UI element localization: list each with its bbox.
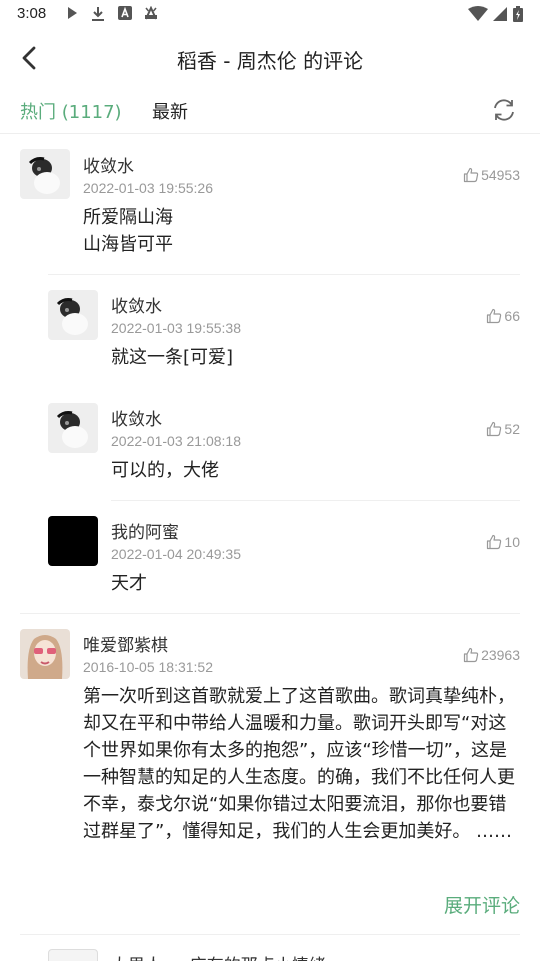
like-count: 10 (504, 534, 520, 550)
thumbs-up-icon (487, 308, 502, 324)
comment-username[interactable]: 唯爱鄧紫棋 (83, 631, 168, 656)
comment-time: 2022-01-03 19:55:26 (83, 180, 213, 196)
comment-text: 所爱隔山海 山海皆可平 (83, 207, 173, 255)
like-button[interactable]: 10 (486, 532, 520, 552)
reply-text: 天才 (111, 573, 147, 594)
signal-icon (492, 6, 508, 22)
sort-tabs: 热门 (1117) 最新 (0, 86, 540, 134)
reply-time: 2022-01-03 19:55:38 (111, 320, 241, 336)
expand-comment-button[interactable]: 展开评论 (444, 891, 520, 918)
thumbs-up-icon (487, 534, 502, 550)
reply-time: 2022-01-04 20:49:35 (111, 546, 241, 562)
like-count: 23963 (481, 647, 520, 663)
status-bar: 3:08 (0, 0, 540, 30)
avatar[interactable] (48, 516, 98, 566)
avatar[interactable] (20, 629, 70, 679)
divider (20, 934, 520, 935)
tab-hot[interactable]: 热门 (1117) (20, 98, 122, 124)
refresh-icon (494, 99, 514, 121)
reply-text: 就这一条[可爱] (111, 347, 234, 368)
reply-text: 可以的，大佬 (111, 460, 219, 481)
comment-time: 2016-10-05 18:31:52 (83, 659, 213, 675)
comment-text: 第一次听到这首歌就爱上了这首歌曲。歌词真挚纯朴，却又在平和中带给人温暖和力量。歌… (83, 686, 515, 842)
like-count: 66 (504, 308, 520, 324)
thumbs-up-icon (487, 421, 502, 437)
comment-item: 收敛水 2022-01-03 19:55:26 54953 所爱隔山海 山海皆可… (0, 134, 540, 274)
reply-item: 收敛水 2022-01-03 21:08:18 52 可以的，大佬 (0, 388, 540, 500)
like-button[interactable]: 23963 (463, 645, 520, 665)
play-icon (64, 6, 80, 22)
thumbs-up-icon (463, 647, 479, 663)
avatar[interactable] (48, 403, 98, 453)
status-time: 3:08 (17, 5, 47, 22)
comment-item-partial: 大男人 ～ 应有的那点小情绪 (0, 934, 540, 961)
battery-icon (513, 6, 523, 22)
reply-username[interactable]: 收敛水 (111, 292, 162, 317)
reply-item: 收敛水 2022-01-03 19:55:38 66 就这一条[可爱] (0, 275, 540, 387)
a-box-icon (117, 6, 133, 22)
reply-item: 我的阿蜜 2022-01-04 20:49:35 10 天才 (0, 501, 540, 613)
like-button[interactable]: 54953 (463, 165, 520, 185)
comment-username[interactable]: 收敛水 (83, 152, 134, 177)
avatar[interactable] (20, 149, 70, 199)
reply-username[interactable]: 我的阿蜜 (111, 518, 179, 543)
avatar[interactable] (48, 290, 98, 340)
page-title: 稻香 - 周杰伦 的评论 (176, 49, 364, 73)
comment-username[interactable]: 大男人 ～ 应有的那点小情绪 (111, 951, 326, 961)
tab-latest[interactable]: 最新 (152, 98, 188, 124)
like-button[interactable]: 52 (486, 419, 520, 439)
download-icon (90, 6, 106, 22)
reply-time: 2022-01-03 21:08:18 (111, 433, 241, 449)
like-count: 52 (504, 421, 520, 437)
app-bar: 稻香 - 周杰伦 的评论 (0, 30, 540, 86)
comment-item: 唯爱鄧紫棋 2016-10-05 18:31:52 23963 第一次听到这首歌… (0, 614, 540, 934)
avatar[interactable] (48, 949, 98, 961)
refresh-button[interactable] (490, 96, 518, 124)
like-count: 54953 (481, 167, 520, 183)
thumbs-up-icon (463, 167, 479, 183)
android-icon (143, 5, 159, 22)
like-button[interactable]: 66 (486, 306, 520, 326)
reply-username[interactable]: 收敛水 (111, 405, 162, 430)
wifi-icon (468, 6, 488, 22)
